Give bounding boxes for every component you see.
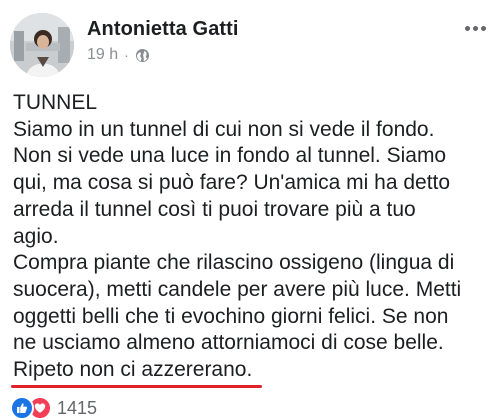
post-text: TUNNEL Siamo in un tunnel di cui non si …: [10, 90, 493, 388]
post-line: qui, ma cosa si può fare? Un'amica mi ha…: [13, 171, 451, 195]
underlined-line: Ripeto non ci azzererano.: [10, 357, 263, 388]
post-line: agio.: [13, 224, 59, 248]
avatar-photo: [10, 13, 74, 77]
post-header: Antonietta Gatti 19 h ·: [0, 0, 500, 80]
meta-separator: ·: [124, 47, 129, 63]
reactions-bar[interactable]: 1415: [10, 396, 97, 420]
like-icon: [10, 396, 34, 420]
post-line: Compra piante che rilascino ossigeno (li…: [13, 251, 455, 275]
post-line: Siamo in un tunnel di cui non si vede il…: [13, 117, 435, 141]
reaction-count[interactable]: 1415: [57, 398, 97, 419]
avatar[interactable]: [10, 13, 74, 77]
post-time[interactable]: 19 h: [87, 46, 118, 64]
author-name[interactable]: Antonietta Gatti: [87, 18, 239, 41]
post-line: TUNNEL: [13, 91, 98, 114]
globe-icon: [135, 48, 149, 62]
post-line: oggetti belli che ti evochino giorni fel…: [13, 304, 449, 328]
more-options-icon[interactable]: [460, 16, 490, 40]
post-line: arreda il tunnel così ti puoi trovare pi…: [13, 197, 416, 221]
post-line: Non si vede una luce in fondo al tunnel.…: [13, 144, 447, 168]
post-line: suocera), metti candele per avere più lu…: [13, 277, 462, 301]
post-line: ne usciamo almeno attorniamoci di cose b…: [13, 331, 444, 355]
post-meta: 19 h ·: [87, 46, 150, 64]
